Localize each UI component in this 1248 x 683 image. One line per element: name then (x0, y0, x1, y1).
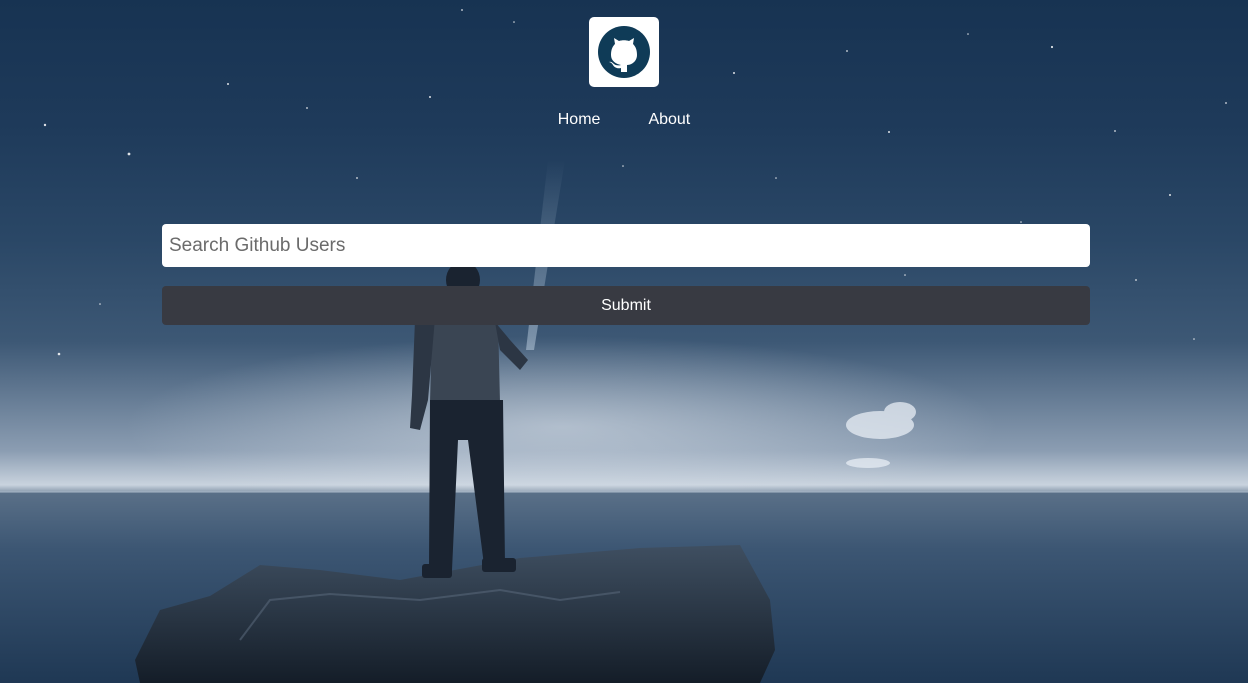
search-form: Submit (162, 224, 1090, 325)
page: Home About Submit (0, 0, 1248, 683)
github-octocat-icon (598, 26, 650, 78)
nav-link-home[interactable]: Home (558, 111, 601, 129)
search-users-input[interactable] (162, 224, 1090, 267)
nav-link-about[interactable]: About (648, 111, 690, 129)
site-header: Home About (0, 17, 1248, 129)
main-nav: Home About (558, 111, 691, 129)
submit-button[interactable]: Submit (162, 286, 1090, 325)
logo-link[interactable] (589, 17, 659, 87)
